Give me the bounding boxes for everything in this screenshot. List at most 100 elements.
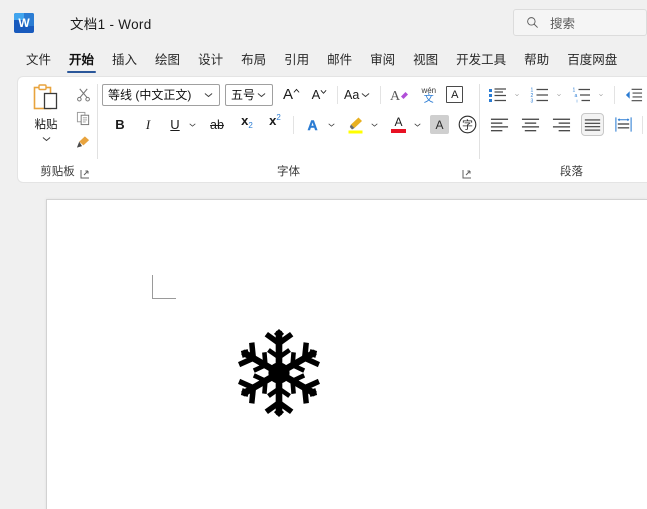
cut-button[interactable]	[73, 85, 93, 103]
font-color-button[interactable]: A	[387, 113, 410, 136]
clear-formatting-button[interactable]: A	[388, 83, 412, 106]
chevron-down-icon	[557, 93, 561, 96]
ribbon-group-clipboard: 粘贴 剪贴板	[18, 77, 97, 182]
font-color-label: A	[394, 114, 403, 129]
align-left-button[interactable]	[488, 113, 511, 136]
superscript-button[interactable]: x 2	[264, 113, 286, 136]
character-border-button[interactable]: A	[446, 86, 464, 103]
character-shading-button[interactable]: A	[430, 115, 449, 134]
ribbon: 粘贴 剪贴板 等线 (中文正文) 五号 A A Aa A wén 文 A B I…	[17, 76, 647, 183]
subscript-button[interactable]: x 2	[236, 113, 258, 136]
text-effects-label: A	[307, 116, 318, 133]
font-size-combo[interactable]: 五号	[225, 83, 273, 106]
font-name-value: 等线 (中文正文)	[108, 88, 192, 102]
change-case-button[interactable]: Aa	[342, 83, 374, 106]
justify-button[interactable]	[581, 113, 604, 136]
character-shading-label: A	[435, 117, 444, 132]
document-page[interactable]	[46, 199, 647, 509]
chevron-down-icon	[189, 123, 196, 127]
font-size-value: 五号	[231, 88, 256, 102]
snowflake-glyph	[233, 329, 325, 417]
bold-button[interactable]: B	[109, 113, 131, 136]
font-color-swatch	[391, 128, 406, 133]
tab-developer[interactable]: 开发工具	[447, 49, 515, 73]
word-logo-letter: W	[18, 16, 30, 30]
chevron-down-icon	[515, 93, 519, 96]
text-effects-dropdown-button[interactable]	[324, 113, 339, 136]
tab-mailings[interactable]: 邮件	[318, 49, 361, 73]
document-canvas[interactable]	[0, 184, 647, 509]
distributed-align-button[interactable]	[612, 113, 635, 136]
underline-dropdown-button[interactable]	[185, 113, 200, 136]
paste-clipboard-icon	[33, 84, 58, 110]
paste-button[interactable]: 粘贴	[23, 81, 69, 165]
tab-file[interactable]: 文件	[17, 49, 60, 73]
highlight-dropdown-button[interactable]	[367, 113, 382, 136]
decrease-indent-icon	[625, 88, 643, 101]
font-name-combo[interactable]: 等线 (中文正文)	[102, 83, 220, 106]
tab-draw[interactable]: 绘图	[146, 49, 189, 73]
chevron-down-icon	[204, 92, 213, 97]
font-color-dropdown-button[interactable]	[410, 113, 425, 136]
numbering-dropdown-button[interactable]	[553, 83, 565, 106]
search-placeholder: 搜索	[550, 17, 576, 31]
character-border-label: A	[451, 88, 459, 101]
italic-button[interactable]: I	[137, 113, 159, 136]
caret-up-icon	[293, 88, 300, 93]
tab-baidu-netdisk[interactable]: 百度网盘	[558, 49, 626, 73]
multilevel-dropdown-button[interactable]	[595, 83, 607, 106]
bullets-dropdown-button[interactable]	[511, 83, 523, 106]
bullets-button[interactable]	[486, 83, 509, 106]
chevron-down-icon	[414, 123, 421, 127]
grow-font-button[interactable]: A	[280, 83, 303, 106]
format-painter-button[interactable]	[73, 133, 93, 151]
search-icon	[527, 17, 538, 28]
tab-design[interactable]: 设计	[189, 49, 232, 73]
paragraph-group-label: 段落	[560, 166, 583, 178]
multilevel-list-button[interactable]: 1 a i	[570, 83, 593, 106]
text-highlight-button[interactable]	[344, 113, 367, 136]
tab-view[interactable]: 视图	[404, 49, 447, 73]
tab-help[interactable]: 帮助	[515, 49, 558, 73]
enclose-characters-button[interactable]: 字	[456, 113, 479, 136]
align-center-button[interactable]	[519, 113, 542, 136]
align-right-button[interactable]	[550, 113, 573, 136]
text-effects-button[interactable]: A	[301, 113, 324, 136]
enclose-character-icon: 字	[458, 115, 477, 134]
shrink-font-label: A	[311, 87, 321, 102]
tab-home[interactable]: 开始	[60, 49, 103, 73]
scissors-icon	[76, 88, 90, 101]
tab-references[interactable]: 引用	[275, 49, 318, 73]
clipboard-group-label: 剪贴板	[18, 165, 97, 182]
tab-insert[interactable]: 插入	[103, 49, 146, 73]
font-dialog-launcher-icon[interactable]	[462, 169, 473, 180]
chevron-down-icon	[328, 123, 335, 127]
copy-button[interactable]	[73, 109, 93, 127]
svg-text:3: 3	[531, 98, 534, 103]
ribbon-group-font: 等线 (中文正文) 五号 A A Aa A wén 文 A B I U ab x…	[98, 77, 479, 182]
align-right-icon	[552, 118, 571, 131]
tab-layout[interactable]: 布局	[232, 49, 275, 73]
decrease-indent-button[interactable]	[622, 83, 645, 106]
justify-icon	[584, 118, 601, 131]
shrink-font-button[interactable]: A	[308, 83, 331, 106]
subscript-label: x	[241, 113, 249, 128]
phonetic-guide-base: 文	[423, 93, 434, 105]
superscript-index: 2	[276, 113, 281, 122]
search-box[interactable]: 搜索	[513, 9, 647, 36]
numbering-button[interactable]: 1 2 3	[528, 83, 551, 106]
clear-formatting-icon: A	[390, 89, 409, 104]
subscript-index: 2	[248, 121, 253, 130]
highlight-pen-icon	[348, 117, 363, 134]
strikethrough-button[interactable]: ab	[205, 113, 229, 136]
tab-review[interactable]: 审阅	[361, 49, 404, 73]
distributed-align-icon	[615, 117, 632, 132]
caret-down-icon	[320, 89, 327, 94]
grow-font-label: A	[282, 86, 293, 103]
clipboard-dialog-launcher-icon[interactable]	[80, 169, 91, 180]
svg-text:i: i	[577, 98, 578, 103]
align-center-icon	[521, 118, 540, 131]
superscript-label: x	[269, 113, 277, 128]
phonetic-guide-button[interactable]: wén 文	[417, 83, 440, 106]
underline-button[interactable]: U	[165, 113, 185, 136]
